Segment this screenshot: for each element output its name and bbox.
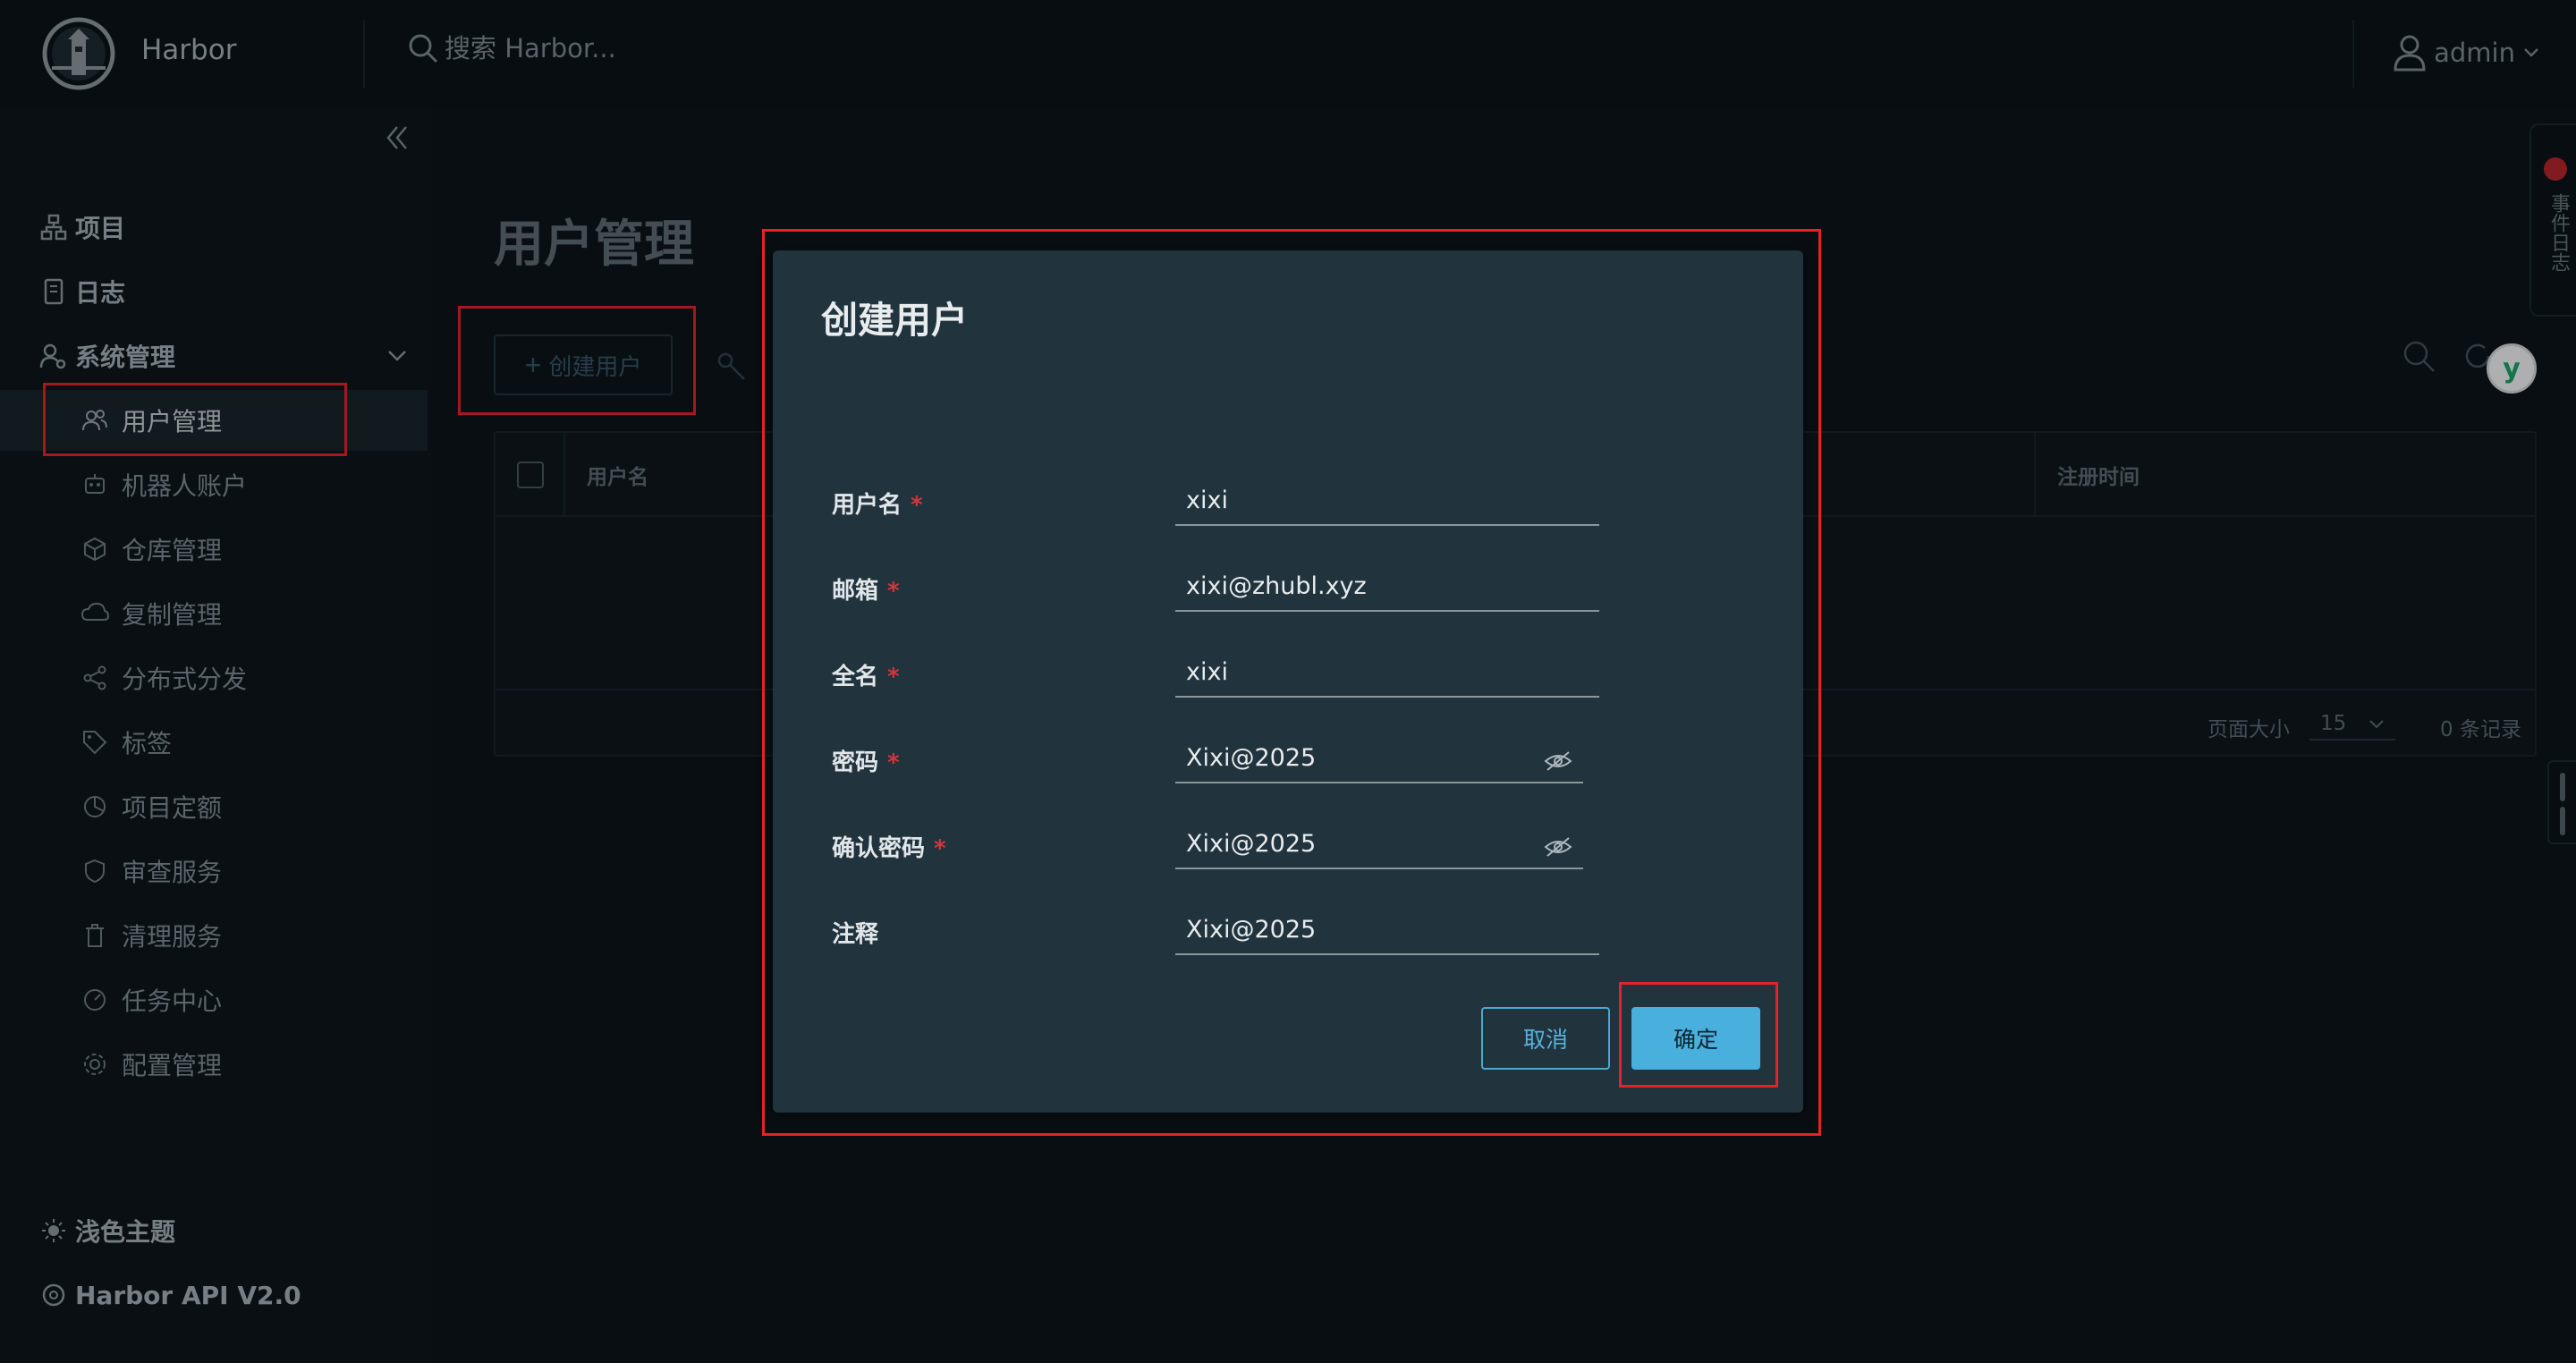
cancel-button[interactable]: 取消 — [1481, 1007, 1610, 1070]
comment-input[interactable] — [1175, 905, 1599, 955]
fullname-input[interactable] — [1175, 648, 1599, 698]
confirm-button[interactable]: 确定 — [1631, 1007, 1760, 1070]
comment-label: 注释 — [832, 921, 879, 948]
username-label: 用户名 * — [832, 492, 923, 519]
email-label: 邮箱 * — [832, 578, 900, 605]
eye-hide-icon[interactable] — [1540, 834, 1576, 860]
username-input[interactable] — [1175, 476, 1599, 526]
email-input[interactable] — [1175, 562, 1599, 612]
dialog-title: 创建用户 — [821, 299, 968, 342]
fullname-label: 全名 * — [832, 664, 900, 690]
confirm-password-label: 确认密码 * — [832, 835, 946, 862]
confirm-password-input[interactable] — [1175, 819, 1583, 869]
create-user-dialog: 创建用户 用户名* 邮箱* 全名* 密码* 确认密码* 注释 取消 确定 — [773, 250, 1803, 1113]
password-label: 密码 * — [832, 749, 900, 776]
eye-hide-icon[interactable] — [1540, 748, 1576, 775]
password-input[interactable] — [1175, 733, 1583, 783]
